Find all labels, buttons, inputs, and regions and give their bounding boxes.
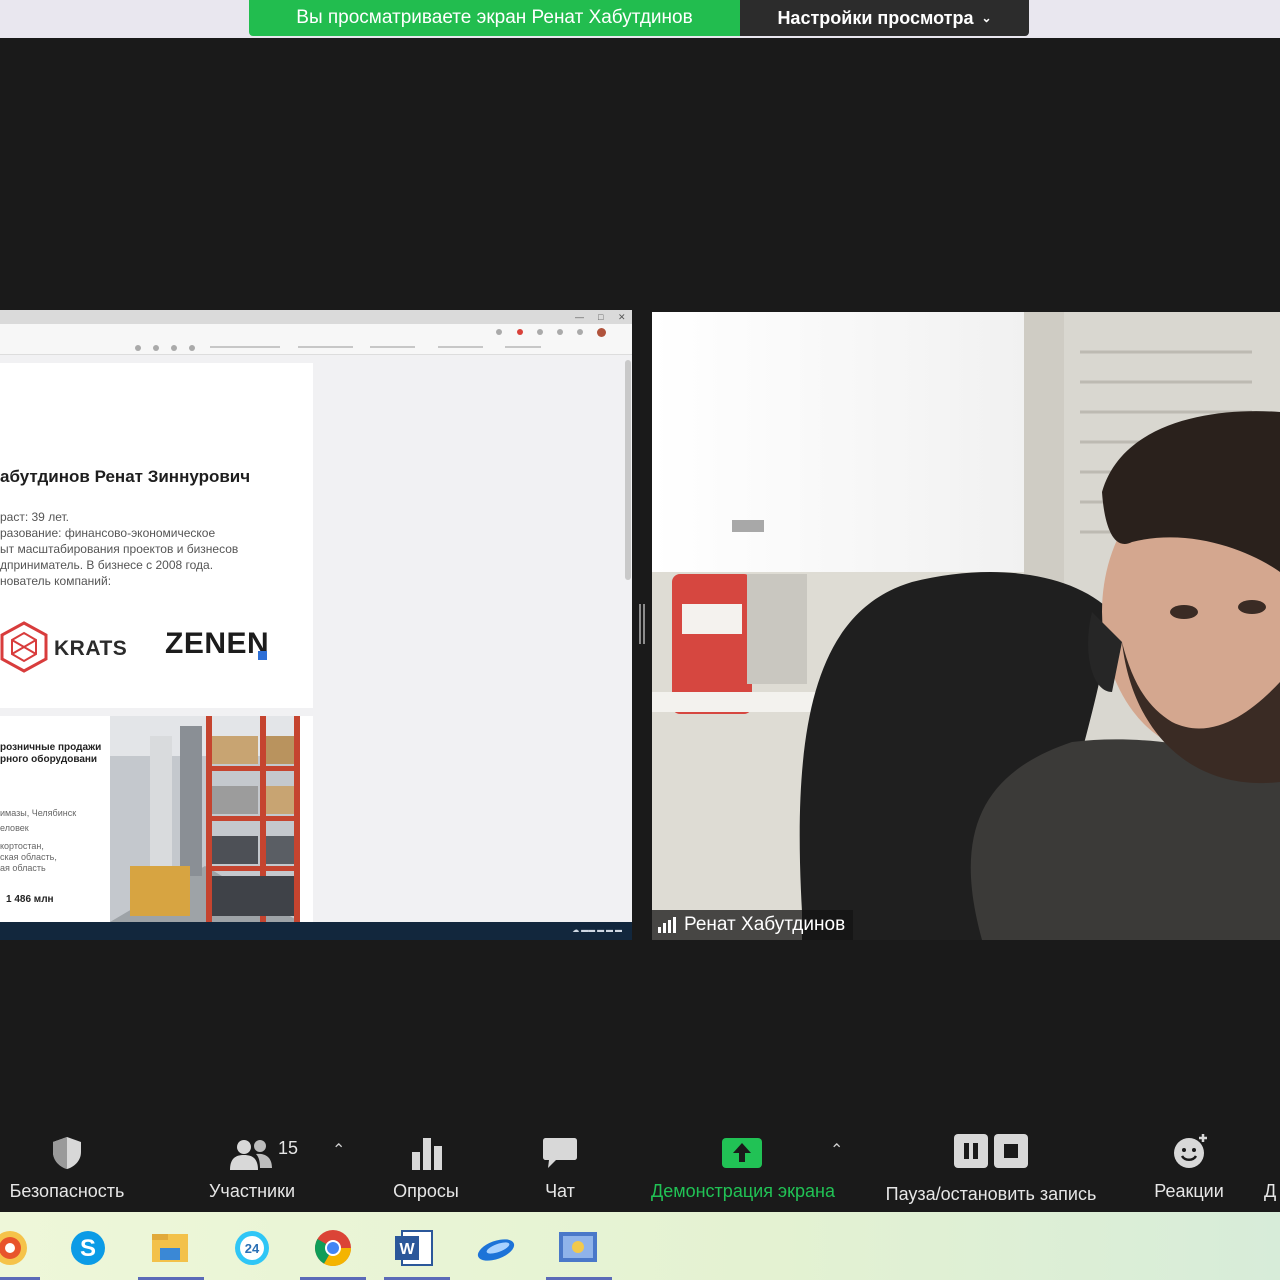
participants-label: Участники	[209, 1181, 295, 1201]
share-caret-icon[interactable]: ⌃	[830, 1140, 843, 1160]
shield-icon	[53, 1137, 81, 1169]
slide-line: дприниматель. В бизнесе с 2008 года.	[0, 558, 214, 572]
slide2-line: имазы, Челябинск	[0, 808, 77, 818]
shared-taskbar: ☁ ▬▬ ▬ ▬ ▬	[0, 922, 632, 940]
mail-app-icon[interactable]	[474, 1226, 518, 1270]
bar-chart-icon	[412, 1138, 442, 1170]
zenen-logo-mark	[258, 651, 267, 660]
view-settings-label: Настройки просмотра	[777, 7, 974, 28]
shared-window-toolbar	[0, 324, 632, 355]
sharing-status: Вы просматриваете экран Ренат Хабутдинов	[249, 0, 740, 36]
signal-strength-icon	[658, 917, 676, 933]
krats-logo-text: KRATS	[54, 637, 128, 660]
record-label: Пауза/остановить запись	[885, 1184, 1097, 1204]
word-icon[interactable]: W	[392, 1226, 436, 1270]
slide2-line: кортостан,	[0, 841, 44, 851]
polls-label: Опросы	[393, 1181, 459, 1201]
video-frame	[652, 312, 1280, 940]
slide-line: разование: финансово-экономическое	[0, 526, 216, 540]
share-banner: Вы просматриваете экран Ренат Хабутдинов…	[249, 0, 1029, 36]
polls-button[interactable]: Опросы	[380, 1116, 472, 1212]
share-screen-icon	[722, 1138, 762, 1168]
layout-divider[interactable]	[639, 604, 645, 644]
smiley-icon	[1174, 1134, 1207, 1168]
stop-icon[interactable]	[994, 1134, 1028, 1168]
file-explorer-icon[interactable]	[148, 1226, 192, 1270]
slide-line: нователь компаний:	[0, 574, 112, 588]
maximize-icon: □	[598, 312, 604, 322]
pause-icon[interactable]	[954, 1134, 988, 1168]
shared-window-titlebar: — □ ✕	[0, 310, 632, 324]
participant-video[interactable]: Ренат Хабутдинов	[652, 312, 1280, 940]
chat-icon	[543, 1138, 577, 1168]
shared-screen[interactable]: — □ ✕ абутдинов Ренат Зиннурович раст: 3…	[0, 310, 632, 940]
shared-scrollbar	[625, 360, 631, 580]
windows-taskbar: S 24 W	[0, 1212, 1280, 1280]
shared-taskbar-tray: ☁ ▬▬ ▬ ▬ ▬	[572, 927, 622, 934]
svg-text:S: S	[80, 1235, 96, 1262]
zoom-app-icon[interactable]	[556, 1226, 600, 1270]
participants-icon	[230, 1140, 272, 1170]
reactions-button[interactable]: Реакции	[1144, 1116, 1234, 1212]
yandex-browser-icon[interactable]	[0, 1226, 32, 1270]
reactions-label: Реакции	[1154, 1181, 1224, 1201]
minimize-icon: —	[575, 312, 584, 322]
chrome-icon[interactable]	[311, 1226, 355, 1270]
bitrix24-icon[interactable]: 24	[230, 1226, 274, 1270]
slide-line: раст: 39 лет.	[0, 510, 69, 524]
skype-icon[interactable]: S	[66, 1226, 110, 1270]
recording-controls[interactable]: Пауза/остановить запись	[868, 1116, 1114, 1212]
slide2-title: рного оборудовани	[0, 754, 98, 765]
security-label: Безопасность	[9, 1181, 125, 1201]
view-settings-button[interactable]: Настройки просмотра ⌄	[740, 0, 1029, 36]
participants-caret-icon[interactable]: ⌃	[332, 1140, 345, 1160]
share-screen-button[interactable]: Демонстрация экрана	[638, 1116, 848, 1212]
participants-button[interactable]: 15 Участники	[200, 1116, 304, 1212]
krats-logo-icon	[0, 621, 48, 673]
svg-text:W: W	[399, 1241, 415, 1258]
zenen-logo-text: ZENEN	[165, 627, 270, 660]
participants-count: 15	[278, 1138, 299, 1158]
meeting-toolbar: Безопасность 15 Участники ⌃ Опросы Чат Д	[0, 1116, 1280, 1212]
close-icon: ✕	[618, 312, 626, 322]
more-label: Д	[1264, 1181, 1277, 1201]
slide2-line: еловек	[0, 823, 29, 833]
chat-label: Чат	[545, 1181, 575, 1201]
slide2-line: ская область,	[0, 852, 57, 862]
svg-text:24: 24	[245, 1241, 260, 1256]
share-screen-label: Демонстрация экрана	[651, 1181, 835, 1201]
slide2-title: розничные продажи	[0, 742, 102, 753]
warehouse-photo	[110, 716, 300, 922]
slide2-line: ая область	[0, 863, 46, 873]
slide2-value: 1 486 млн	[6, 894, 54, 905]
chevron-down-icon: ⌄	[981, 11, 992, 25]
security-button[interactable]: Безопасность	[0, 1116, 134, 1212]
participant-name: Ренат Хабутдинов	[684, 914, 846, 935]
more-button[interactable]: Д	[1264, 1116, 1280, 1212]
participant-name-tag: Ренат Хабутдинов	[652, 910, 854, 940]
slide-line: ыт масштабирования проектов и бизнесов	[0, 542, 239, 556]
slide-person-name: абутдинов Ренат Зиннурович	[0, 467, 251, 486]
slide-profile: абутдинов Ренат Зиннурович раст: 39 лет.…	[0, 363, 313, 708]
chat-button[interactable]: Чат	[520, 1116, 600, 1212]
